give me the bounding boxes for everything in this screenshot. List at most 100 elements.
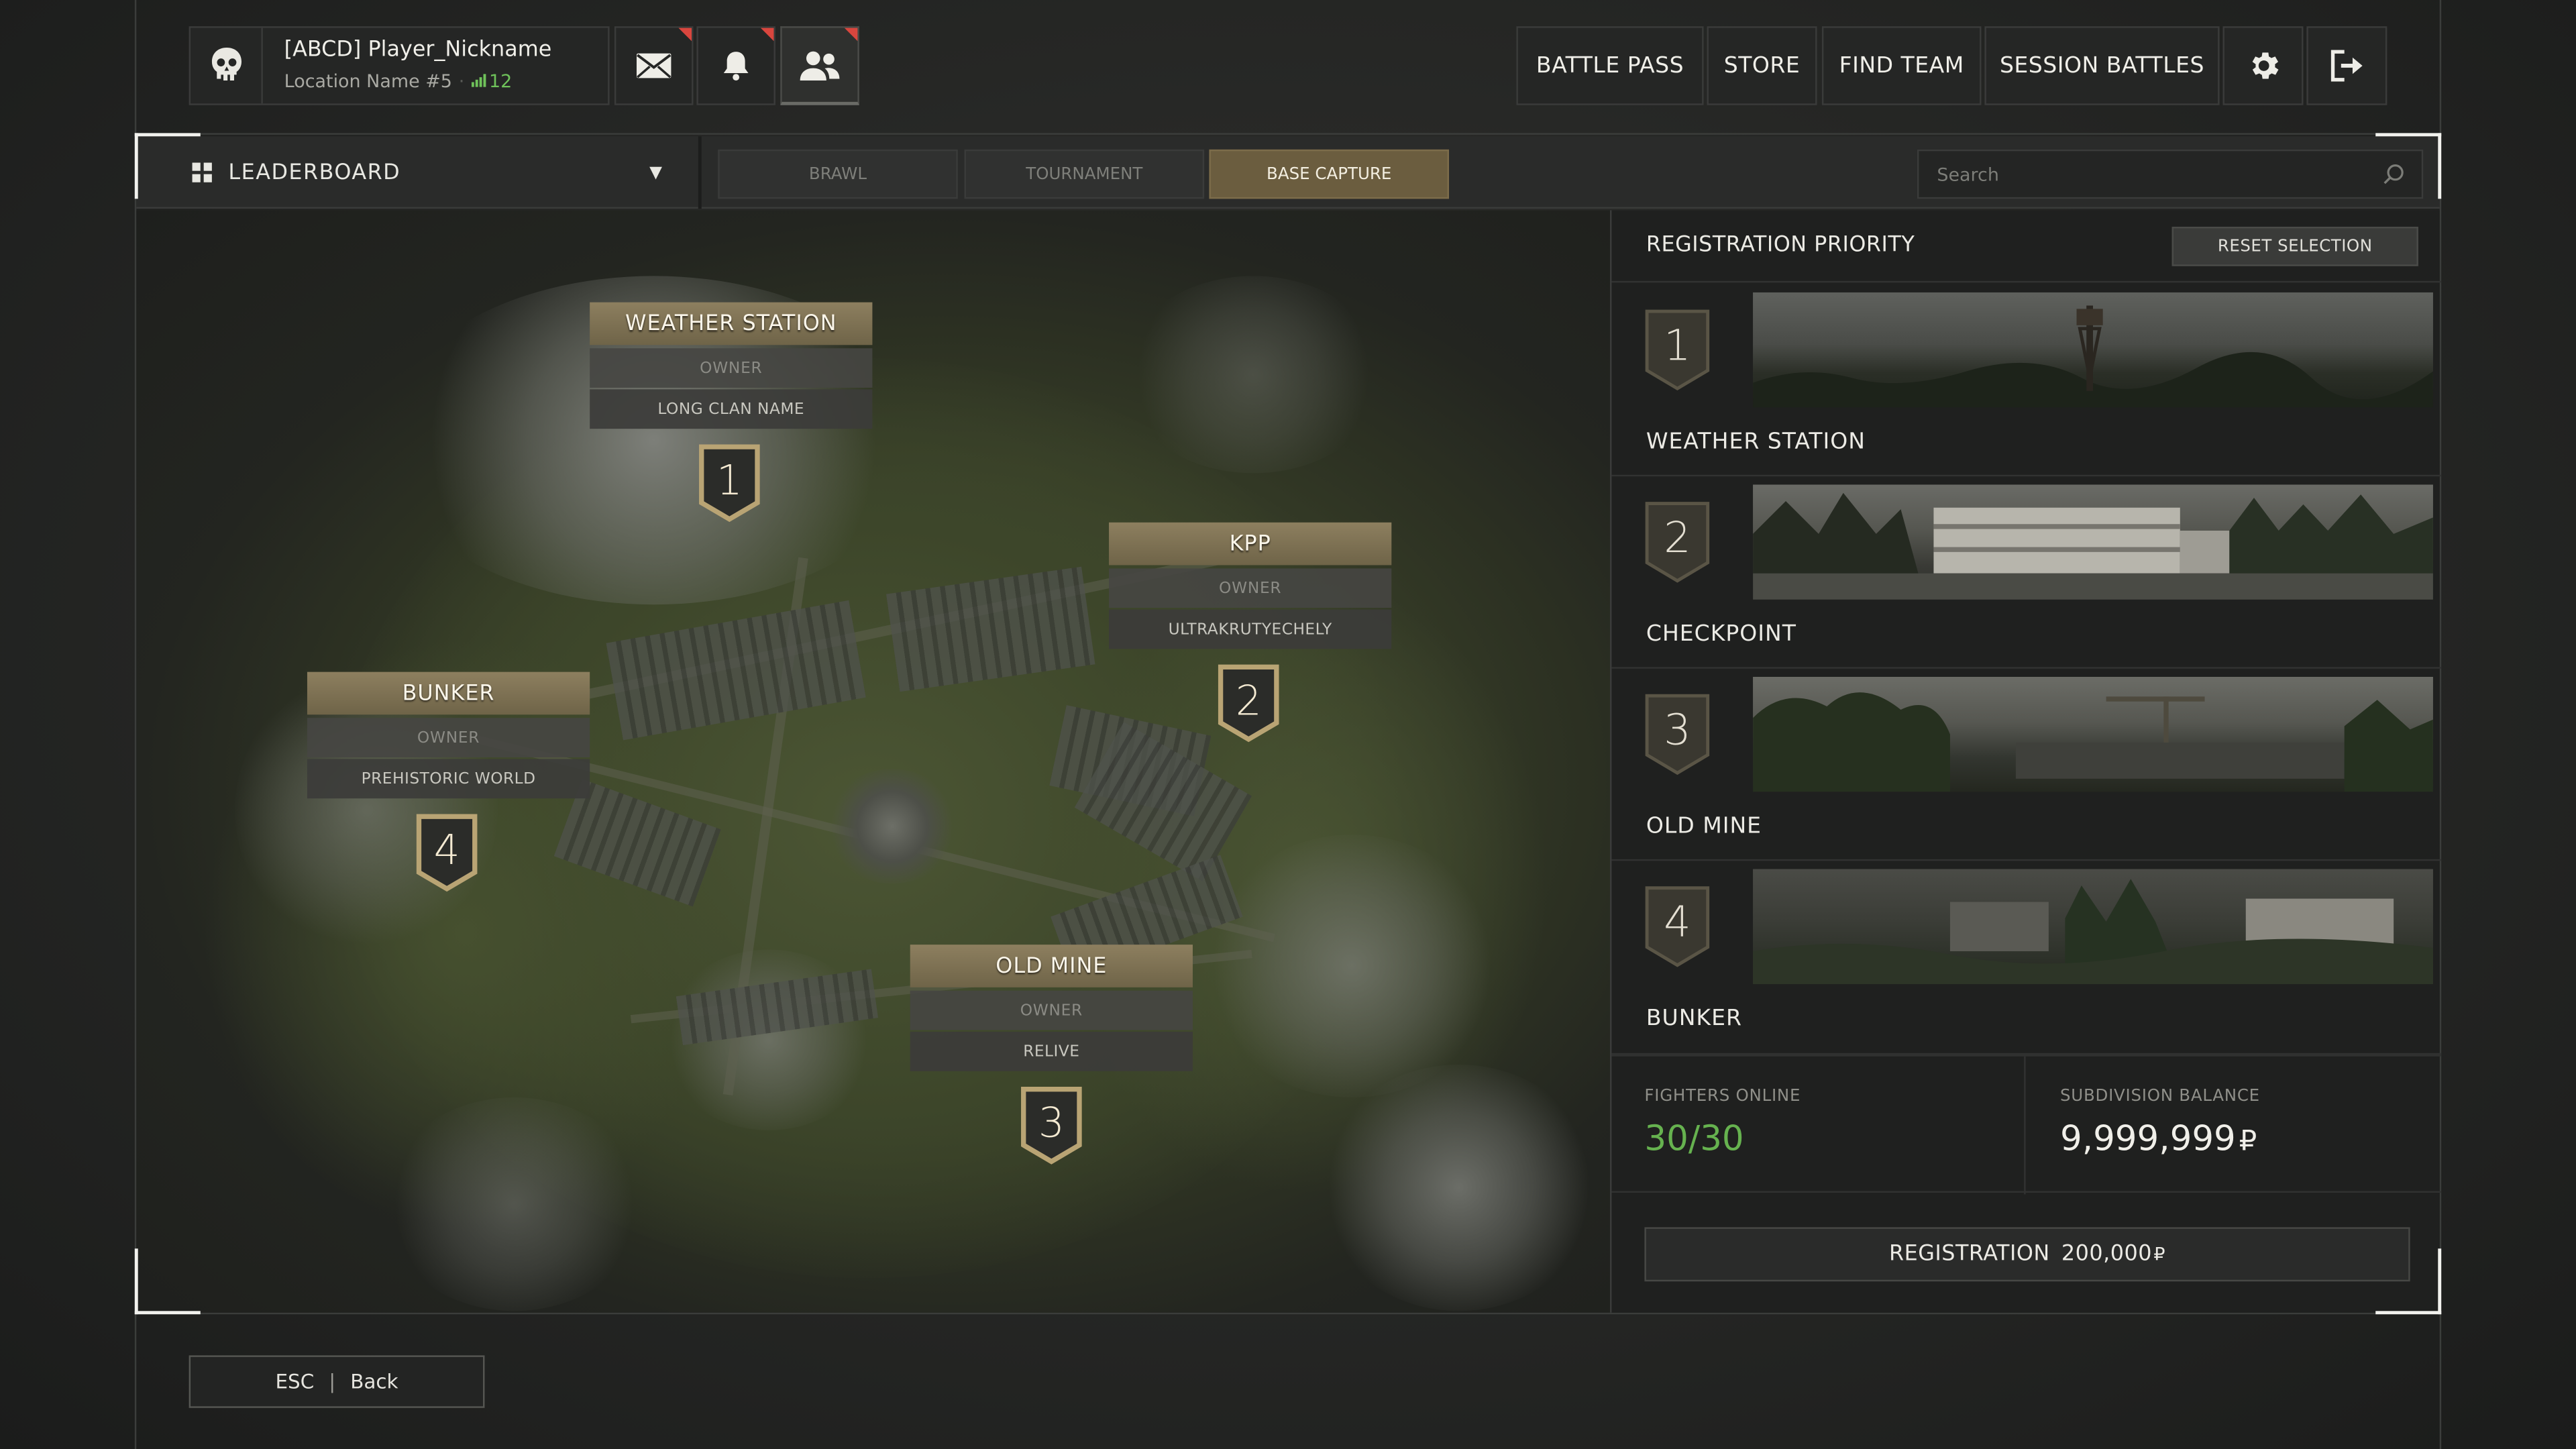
priority-number: 2 [1664,514,1691,564]
ruble-icon: ₽ [2239,1125,2257,1159]
balance-value-row: 9,999,999 ₽ [2060,1119,2257,1159]
avatar [191,28,263,104]
session-battles-button[interactable]: SESSION BATTLES [1984,26,2220,105]
location-marker-4[interactable]: 4 [416,813,478,892]
balance-value: 9,999,999 [2060,1118,2236,1159]
leaderboard-label: LEADERBOARD [228,160,401,185]
priority-item-2[interactable]: 2 CHECKPOINT [1611,476,2442,669]
location-title: WEATHER STATION [590,302,873,345]
central-complex [826,769,958,884]
notifications-button[interactable] [696,26,775,105]
tab-brawl[interactable]: BRAWL [718,149,958,199]
location-marker-1[interactable]: 1 [698,443,761,523]
owner-label: OWNER [910,990,1193,1030]
cloud [382,1097,646,1311]
location-marker-3[interactable]: 3 [1020,1086,1083,1165]
reset-selection-button[interactable]: RESET SELECTION [2171,226,2418,266]
priority-item-4[interactable]: 4 BUNKER [1611,861,2442,1055]
subdivision-balance: SUBDIVISION BALANCE 9,999,999 ₽ [2027,1057,2441,1195]
dropdown-arrow-icon: ▼ [649,164,662,182]
map-location-kpp[interactable]: KPP OWNER ULTRAKRUTYECHELY [1109,522,1392,649]
priority-number: 4 [1664,898,1691,949]
location-name: Location Name #5 [284,70,452,93]
mail-button[interactable] [614,26,694,105]
mail-icon [636,53,672,78]
priority-location-name: BUNKER [1646,1005,1742,1032]
notification-flag [760,28,774,42]
location-thumbnail [1753,292,2433,408]
registration-panel: REGISTRATION PRIORITY RESET SELECTION 1 … [1610,210,2442,1313]
marker-number: 1 [716,456,743,504]
priority-number: 1 [1664,322,1691,372]
frame-line-bottom [134,1312,2442,1315]
owner-label: OWNER [1109,568,1392,608]
location-marker-2[interactable]: 2 [1218,663,1280,743]
cloud [1319,1064,1599,1311]
settings-button[interactable] [2222,26,2304,105]
registration-button[interactable]: REGISTRATION 200,000 ₽ [1644,1227,2410,1282]
fighters-online: FIGHTERS ONLINE 30/30 [1611,1056,2026,1195]
marker-number: 4 [433,826,460,874]
stats-section: FIGHTERS ONLINE 30/30 SUBDIVISION BALANC… [1611,1055,2442,1195]
priority-item-3[interactable]: 3 OLD MINE [1611,669,2442,861]
find-team-button[interactable]: FIND TEAM [1821,26,1982,105]
owner-clan: LONG CLAN NAME [590,389,873,429]
search-input[interactable]: Search [1917,149,2424,199]
owner-label: OWNER [590,348,873,388]
panel-header: REGISTRATION PRIORITY RESET SELECTION [1611,210,2442,283]
friends-icon [800,50,840,80]
priority-location-name: CHECKPOINT [1646,621,1796,647]
bell-icon [723,52,749,81]
friends-button[interactable] [780,26,859,105]
corner-bracket [2375,133,2442,199]
signal-icon [471,74,486,87]
corner-bracket [134,133,201,199]
exit-button[interactable] [2306,26,2387,105]
fighters-online-label: FIGHTERS ONLINE [1644,1087,1801,1106]
separator: | [329,1370,336,1393]
frame-line-top [134,133,2442,135]
registration-cost: 200,000 [2061,1242,2152,1267]
marker-number: 2 [1235,676,1262,725]
map-view[interactable]: WEATHER STATION OWNER LONG CLAN NAME 1 K… [136,210,1611,1313]
leaderboard-dropdown[interactable]: LEADERBOARD ▼ [136,136,702,209]
map-location-old-mine[interactable]: OLD MINE OWNER RELIVE [910,945,1193,1071]
owner-label: OWNER [307,718,590,757]
skull-icon [211,48,241,81]
notification-flag [844,28,858,42]
tab-tournament[interactable]: TOURNAMENT [964,149,1205,199]
priority-item-1[interactable]: 1 WEATHER STATION [1611,284,2442,477]
location-title: OLD MINE [910,945,1193,987]
panel-title: REGISTRATION PRIORITY [1646,233,1915,258]
back-label: Back [350,1370,398,1393]
store-button[interactable]: STORE [1707,26,1817,105]
ping-value: 12 [489,70,513,93]
corner-bracket [2375,1248,2442,1315]
map-location-weather-station[interactable]: WEATHER STATION OWNER LONG CLAN NAME [590,302,873,429]
ruble-icon: ₽ [2153,1243,2166,1265]
location-thumbnail [1753,869,2433,984]
back-button[interactable]: ESC | Back [189,1355,485,1408]
cloud [1204,835,1500,1097]
location-title: KPP [1109,522,1392,566]
marker-number: 3 [1038,1099,1065,1147]
player-profile[interactable]: [ABCD] Player_Nickname Location Name #5 ·… [189,26,610,105]
exit-icon [2330,50,2362,82]
location-thumbnail [1753,484,2433,600]
filter-bar: LEADERBOARD ▼ BRAWL TOURNAMENT BASE CAPT… [136,136,2440,209]
battle-pass-button[interactable]: BATTLE PASS [1516,26,1704,105]
cloud [1122,276,1385,474]
tab-base-capture[interactable]: BASE CAPTURE [1209,149,1450,199]
priority-badge: 3 [1644,693,1710,775]
priority-location-name: OLD MINE [1646,813,1762,840]
registration-label: REGISTRATION [1889,1242,2050,1267]
owner-clan: RELIVE [910,1031,1193,1071]
priority-badge: 2 [1644,501,1710,583]
search-placeholder: Search [1937,163,1999,185]
gear-icon [2251,52,2278,79]
location-title: BUNKER [307,672,590,715]
balance-label: SUBDIVISION BALANCE [2060,1087,2260,1106]
map-location-bunker[interactable]: BUNKER OWNER PREHISTORIC WORLD [307,672,590,799]
player-location: Location Name #5 · 12 [284,70,513,93]
priority-badge: 4 [1644,885,1710,967]
